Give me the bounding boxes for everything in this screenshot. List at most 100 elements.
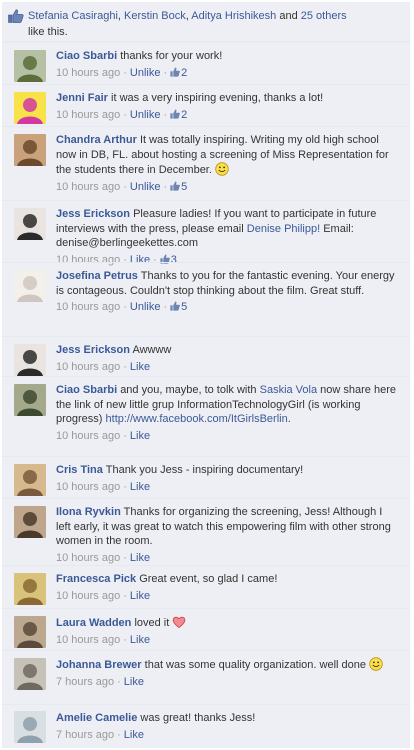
avatar-ciao2[interactable]	[14, 384, 46, 416]
avatar-chandra[interactable]	[14, 134, 46, 166]
meta-separator: ·	[123, 633, 127, 646]
comment-text: was great! thanks Jess!	[140, 712, 256, 724]
like-button[interactable]: Like	[130, 361, 150, 373]
comment-author-link[interactable]: Chandra Arthur	[56, 134, 137, 146]
avatar-jenni[interactable]	[14, 92, 46, 124]
comment-meta: 10 hours ago · Like	[56, 633, 400, 648]
comment-text: it was a very inspiring evening, thanks …	[111, 92, 324, 104]
comment-meta: 10 hours ago · Like	[56, 589, 400, 604]
comment-author-link[interactable]: Ciao Sbarbi	[56, 384, 117, 396]
unlike-button[interactable]: Unlike	[130, 67, 161, 79]
comment-author-link[interactable]: Jess Erickson	[56, 344, 130, 356]
comment-item: Jenni Fair it was a very inspiring eveni…	[2, 84, 410, 126]
unlike-button[interactable]: Unlike	[130, 301, 161, 313]
comment-like-count[interactable]: 2	[170, 109, 187, 121]
comment-text: that was some quality organization. well…	[144, 659, 367, 671]
comment-item: Laura Wadden loved it 10 hours ago · Like	[2, 608, 410, 650]
comment-item: Ilona Ryvkin Thanks for organizing the s…	[2, 498, 410, 565]
unlike-button[interactable]: Unlike	[130, 181, 161, 193]
comment-timestamp: 10 hours ago	[56, 301, 121, 313]
meta-separator: ·	[123, 429, 127, 442]
like-button[interactable]: Like	[130, 552, 150, 564]
comment-meta: 7 hours ago · Like	[56, 728, 400, 743]
comment-like-count[interactable]: 5	[170, 181, 187, 193]
like-button[interactable]: Like	[124, 676, 144, 688]
comment-meta: 7 hours ago · Like	[56, 675, 400, 690]
comment-body: Jenni Fair it was a very inspiring eveni…	[56, 91, 400, 122]
meta-separator: ·	[123, 360, 127, 373]
comment-text: Awwww	[132, 344, 172, 356]
comment-body: Ilona Ryvkin Thanks for organizing the s…	[56, 505, 400, 565]
comment-item: Ciao Sbarbi thanks for your work! 10 hour…	[2, 42, 410, 84]
comment-author-link[interactable]: Jenni Fair	[56, 92, 108, 104]
comment-text: thanks for your work!	[120, 50, 223, 62]
comment-item: Amelie Camelie was great! thanks Jess! 7 …	[2, 704, 410, 748]
comment-author-link[interactable]: Amelie Camelie	[56, 712, 137, 724]
comment-body: Chandra Arthur It was totally inspiring.…	[56, 133, 400, 194]
avatar-laura[interactable]	[14, 616, 46, 648]
comment-body: Francesca Pick Great event, so glad I ca…	[56, 572, 400, 603]
like-button[interactable]: Like	[130, 481, 150, 493]
avatar-cris[interactable]	[14, 464, 46, 496]
avatar-francesca[interactable]	[14, 573, 46, 605]
like-count-value: 5	[181, 301, 188, 313]
mention-link[interactable]: Saskia Vola	[260, 384, 317, 396]
meta-separator: ·	[117, 728, 121, 741]
meta-separator: ·	[123, 301, 127, 313]
comment-author-link[interactable]: Laura Wadden	[56, 617, 131, 629]
comment-timestamp: 10 hours ago	[56, 180, 121, 193]
like-button[interactable]: Like	[130, 430, 150, 442]
mention-link[interactable]: Denise Philipp!	[247, 223, 320, 235]
url-suffix: .	[287, 413, 291, 425]
comment-author-link[interactable]: Josefina Petrus	[56, 270, 138, 282]
comment-author-link[interactable]: Cris Tina	[56, 464, 103, 476]
liker-link[interactable]: Kerstin Bock	[124, 10, 186, 22]
comment-timestamp: 10 hours ago	[56, 360, 121, 373]
avatar-josefina[interactable]	[14, 270, 46, 302]
comment-author-link[interactable]: Ciao Sbarbi	[56, 50, 117, 62]
comment-body: Amelie Camelie was great! thanks Jess! 7 …	[56, 711, 400, 742]
comment-author-link[interactable]: Francesca Pick	[56, 573, 136, 585]
comment-body: Ciao Sbarbi and you, maybe, to tolk with…	[56, 383, 400, 443]
comment-body: Cris Tina Thank you Jess - inspiring doc…	[56, 463, 400, 494]
comment-text: Great event, so glad I came!	[139, 573, 278, 585]
meta-separator: ·	[123, 180, 127, 193]
avatar-amelie[interactable]	[14, 711, 46, 743]
like-button[interactable]: Like	[130, 634, 150, 646]
avatar-jess2[interactable]	[14, 344, 46, 376]
others-link[interactable]: 25 others	[301, 10, 347, 22]
comment-timestamp: 10 hours ago	[56, 480, 121, 493]
comment-meta: 10 hours ago · Like	[56, 480, 400, 495]
like-count-icon	[170, 301, 180, 311]
comment-text: loved it	[134, 617, 170, 629]
liker-link[interactable]: Stefania Casiraghi	[28, 10, 118, 22]
comment-item: Jess Erickson Pleasure ladies! If you wa…	[2, 200, 410, 266]
comment-meta: 10 hours ago · Unlike · 5	[56, 300, 400, 315]
likes-suffix: like this.	[28, 26, 68, 38]
comment-body: Jess Erickson Pleasure ladies! If you wa…	[56, 207, 400, 267]
comment-author-link[interactable]: Ilona Ryvkin	[56, 506, 121, 518]
avatar-johanna[interactable]	[14, 658, 46, 690]
avatar-jess[interactable]	[14, 208, 46, 240]
comment-author-link[interactable]: Jess Erickson	[56, 208, 130, 220]
comment-author-link[interactable]: Johanna Brewer	[56, 659, 142, 671]
url-link[interactable]: http://www.facebook.com/ItGirlsBerlin	[106, 413, 288, 425]
comment-timestamp: 10 hours ago	[56, 108, 121, 121]
meta-separator: ·	[163, 66, 168, 79]
like-button[interactable]: Like	[124, 729, 144, 741]
comment-item: Ciao Sbarbi and you, maybe, to tolk with…	[2, 376, 410, 456]
meta-separator: ·	[123, 589, 127, 602]
avatar-ciao[interactable]	[14, 50, 46, 82]
liker-link[interactable]: Aditya Hrishikesh	[191, 10, 276, 22]
comment-like-count[interactable]: 5	[170, 301, 187, 313]
meta-separator: ·	[163, 301, 168, 313]
meta-separator: ·	[123, 66, 127, 79]
unlike-button[interactable]: Unlike	[130, 109, 161, 121]
comment-timestamp: 7 hours ago	[56, 675, 115, 688]
comment-like-count[interactable]: 2	[170, 67, 187, 79]
like-button[interactable]: Like	[130, 590, 150, 602]
comment-item: Johanna Brewer that was some quality org…	[2, 650, 410, 704]
comment-meta: 10 hours ago · Like	[56, 360, 400, 375]
avatar-ilona[interactable]	[14, 506, 46, 538]
comment-body: Jess Erickson Awwww 10 hours ago · Like	[56, 343, 400, 374]
